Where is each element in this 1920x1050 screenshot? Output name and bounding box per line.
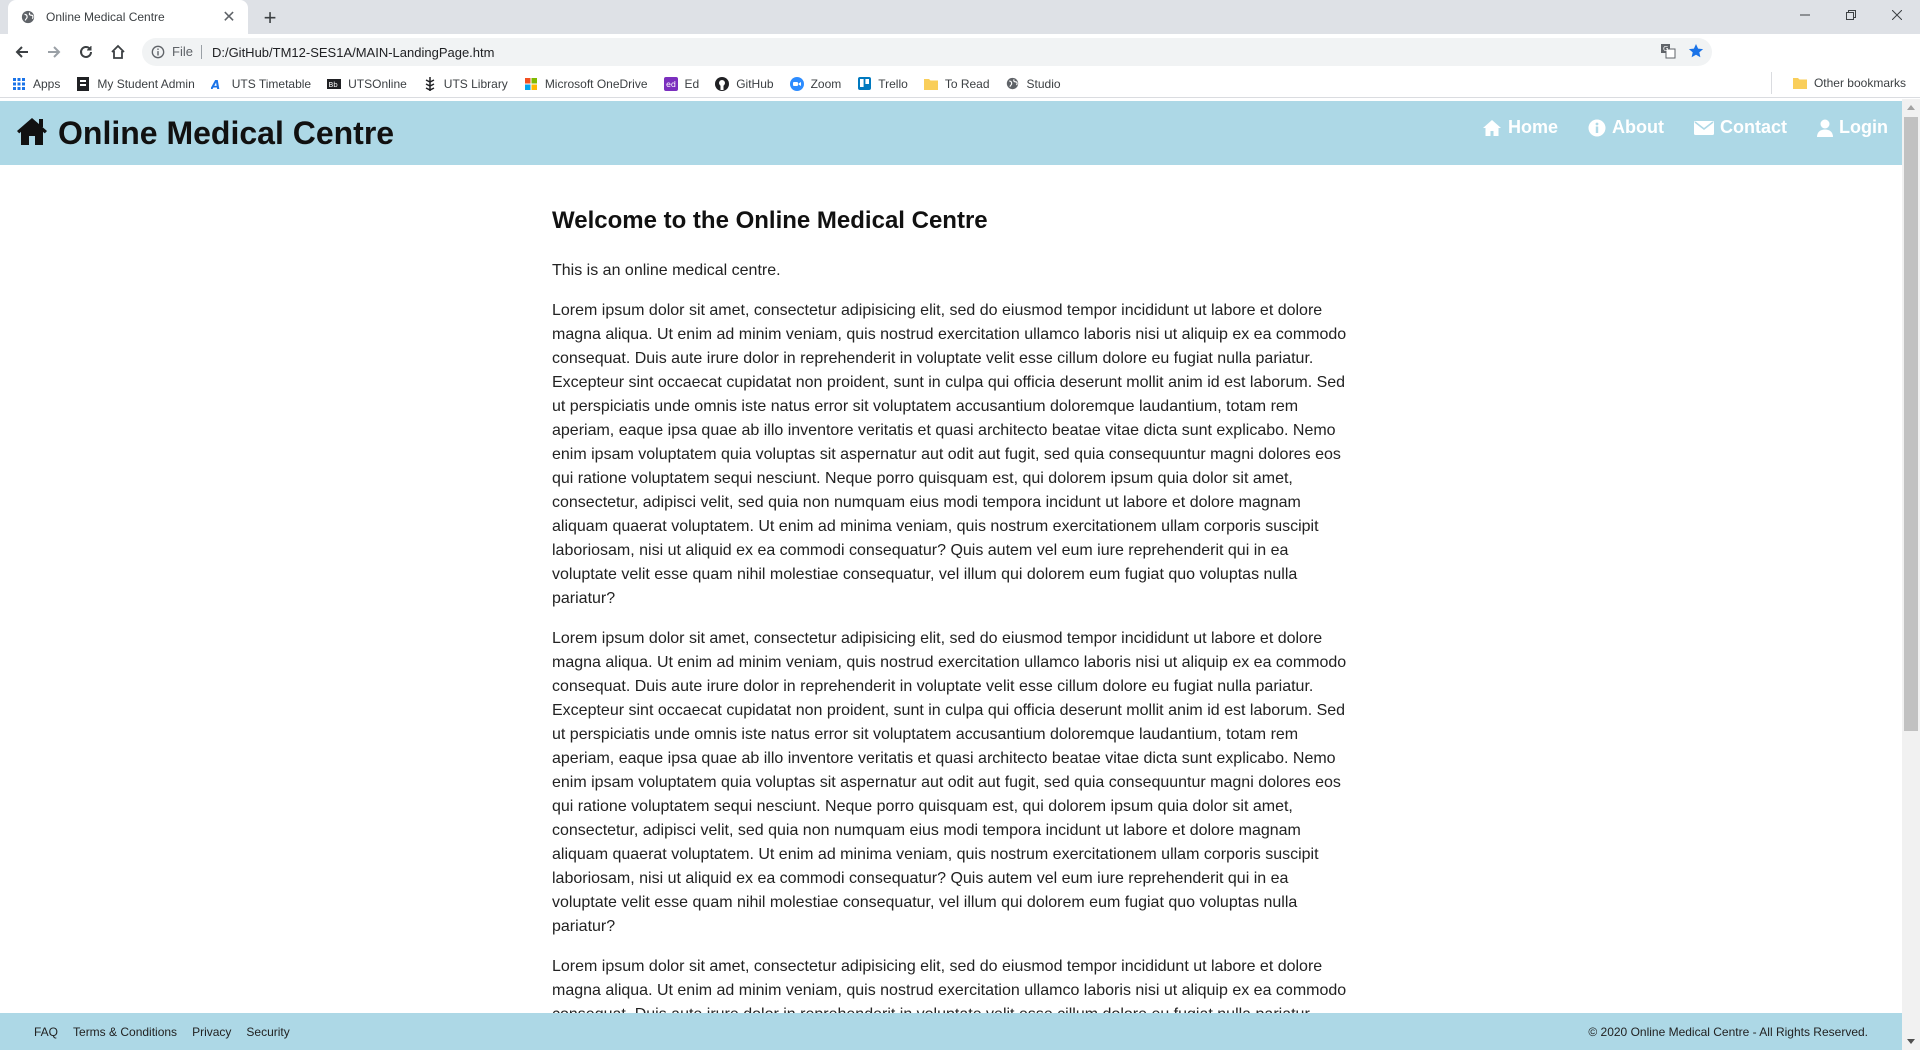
page-viewport: Online Medical Centre Home About Contact…: [0, 99, 1920, 1050]
tab-close-icon[interactable]: ✕: [220, 8, 238, 26]
browser-tab-active[interactable]: Online Medical Centre ✕: [8, 0, 248, 34]
svg-text:Bb: Bb: [329, 81, 339, 89]
bookmark-label: UTS Timetable: [231, 76, 312, 91]
nav-home-link[interactable]: Home: [1482, 117, 1558, 138]
new-tab-button[interactable]: +: [258, 5, 282, 30]
nav-about-label: About: [1612, 117, 1665, 137]
site-nav: Home About Contact Login: [1482, 117, 1888, 138]
window-controls: [1782, 0, 1920, 30]
site-info-icon[interactable]: [150, 44, 166, 60]
microsoft-icon: [524, 77, 538, 91]
restore-button[interactable]: [1828, 0, 1874, 30]
bookmark-star-icon[interactable]: [1688, 43, 1704, 64]
bookmark-label: My Student Admin: [97, 76, 195, 91]
forward-arrow-icon[interactable]: [40, 38, 68, 66]
site-footer: FAQ Terms & Conditions Privacy Security …: [0, 1013, 1902, 1050]
scroll-down-arrow-icon[interactable]: [1907, 1039, 1915, 1044]
bookmark-uts-library[interactable]: UTS Library: [423, 76, 508, 91]
nav-contact-label: Contact: [1720, 117, 1788, 137]
footer-terms-link[interactable]: Terms & Conditions: [73, 1025, 177, 1039]
other-bookmarks-folder[interactable]: Other bookmarks: [1770, 72, 1906, 94]
svg-text:ed: ed: [666, 80, 676, 89]
bookmark-uts-timetable[interactable]: A UTS Timetable: [211, 77, 311, 91]
bookmark-apps[interactable]: Apps: [12, 77, 60, 91]
url-scheme-label: File: [172, 45, 202, 59]
bookmark-trello[interactable]: Trello: [857, 77, 908, 91]
bookmark-zoom[interactable]: Zoom: [789, 76, 842, 91]
body-paragraph: Lorem ipsum dolor sit amet, consectetur …: [552, 630, 1347, 935]
timetable-icon: A: [211, 77, 225, 91]
bookmark-label: UTSOnline: [348, 76, 407, 91]
bookmark-label: Ed: [684, 76, 700, 91]
footer-privacy-link[interactable]: Privacy: [192, 1025, 231, 1039]
translate-icon[interactable]: G: [1660, 43, 1676, 64]
scroll-up-arrow-icon[interactable]: [1907, 105, 1915, 110]
bookmark-label: Zoom: [810, 76, 842, 91]
footer-faq-link[interactable]: FAQ: [34, 1025, 58, 1039]
browser-tabstrip: Online Medical Centre ✕ +: [0, 0, 1920, 34]
user-icon: [1817, 119, 1834, 137]
minimize-button[interactable]: [1782, 0, 1828, 30]
nav-home-label: Home: [1508, 117, 1559, 137]
svg-text:A: A: [211, 78, 220, 90]
student-admin-icon: [76, 76, 90, 91]
page-scrollbar[interactable]: [1902, 99, 1920, 1050]
site-header: Online Medical Centre Home About Contact…: [0, 101, 1902, 165]
bookmark-label: Studio: [1026, 76, 1061, 91]
brand[interactable]: Online Medical Centre: [16, 115, 394, 152]
scrollbar-thumb[interactable]: [1904, 117, 1918, 731]
bookmark-to-read[interactable]: To Read: [923, 76, 990, 91]
apps-grid-icon: [12, 77, 26, 91]
brand-title: Online Medical Centre: [58, 115, 395, 151]
back-arrow-icon[interactable]: [8, 38, 36, 66]
blackboard-icon: Bb: [327, 77, 342, 91]
main-content: Welcome to the Online Medical Centre Thi…: [552, 207, 1352, 1043]
close-window-button[interactable]: [1874, 0, 1920, 30]
bookmark-label: UTS Library: [443, 76, 508, 91]
svg-text:G: G: [1663, 45, 1668, 53]
url-text[interactable]: D:/GitHub/TM12-SES1A/MAIN-LandingPage.ht…: [212, 45, 495, 60]
reload-icon[interactable]: [72, 38, 100, 66]
nav-about-link[interactable]: About: [1588, 117, 1664, 138]
github-icon: [715, 76, 730, 91]
body-paragraph: Lorem ipsum dolor sit amet, consectetur …: [552, 302, 1347, 607]
bookmark-my-student-admin[interactable]: My Student Admin: [76, 76, 195, 91]
bookmarks-bar: Apps My Student Admin A UTS Timetable Bb UTSO…: [0, 70, 1920, 98]
footer-copyright: © 2020 Online Medical Centre - All Right…: [1588, 1025, 1868, 1039]
folder-icon: [1792, 77, 1807, 89]
nav-contact-link[interactable]: Contact: [1694, 117, 1787, 138]
info-icon: [1588, 119, 1606, 136]
home-browser-icon[interactable]: [104, 38, 132, 66]
envelope-icon: [1694, 120, 1715, 135]
zoom-icon: [789, 76, 804, 91]
nav-login-link[interactable]: Login: [1817, 117, 1888, 138]
bookmark-studio[interactable]: Studio: [1006, 77, 1061, 91]
home-logo-icon: [16, 116, 48, 151]
tab-title: Online Medical Centre: [46, 10, 165, 24]
bookmark-utsonline[interactable]: Bb UTSOnline: [327, 77, 407, 91]
intro-paragraph: This is an online medical centre.: [552, 262, 781, 279]
globe-icon: [1006, 77, 1020, 91]
bookmark-ed[interactable]: ed Ed: [663, 76, 700, 91]
bookmark-label: To Read: [944, 76, 990, 91]
footer-security-link[interactable]: Security: [246, 1025, 289, 1039]
trello-icon: [857, 77, 871, 91]
folder-icon: [923, 77, 938, 91]
bookmark-microsoft-onedrive[interactable]: Microsoft OneDrive: [524, 77, 648, 91]
bookmark-github[interactable]: GitHub: [715, 76, 774, 91]
library-icon: [423, 76, 437, 91]
bookmark-label: GitHub: [736, 76, 774, 91]
address-bar[interactable]: File D:/GitHub/TM12-SES1A/MAIN-LandingPa…: [142, 38, 1712, 66]
other-bookmarks-label: Other bookmarks: [1813, 76, 1906, 90]
bookmark-label: Trello: [878, 76, 908, 91]
nav-login-label: Login: [1839, 117, 1888, 137]
bookmark-label: Microsoft OneDrive: [544, 76, 648, 91]
globe-icon: [20, 9, 36, 25]
page-heading: Welcome to the Online Medical Centre: [552, 207, 988, 234]
bookmark-label: Apps: [33, 76, 61, 91]
browser-toolbar: File D:/GitHub/TM12-SES1A/MAIN-LandingPa…: [0, 34, 1920, 94]
ed-icon: ed: [663, 76, 678, 91]
home-icon: [1483, 119, 1502, 136]
